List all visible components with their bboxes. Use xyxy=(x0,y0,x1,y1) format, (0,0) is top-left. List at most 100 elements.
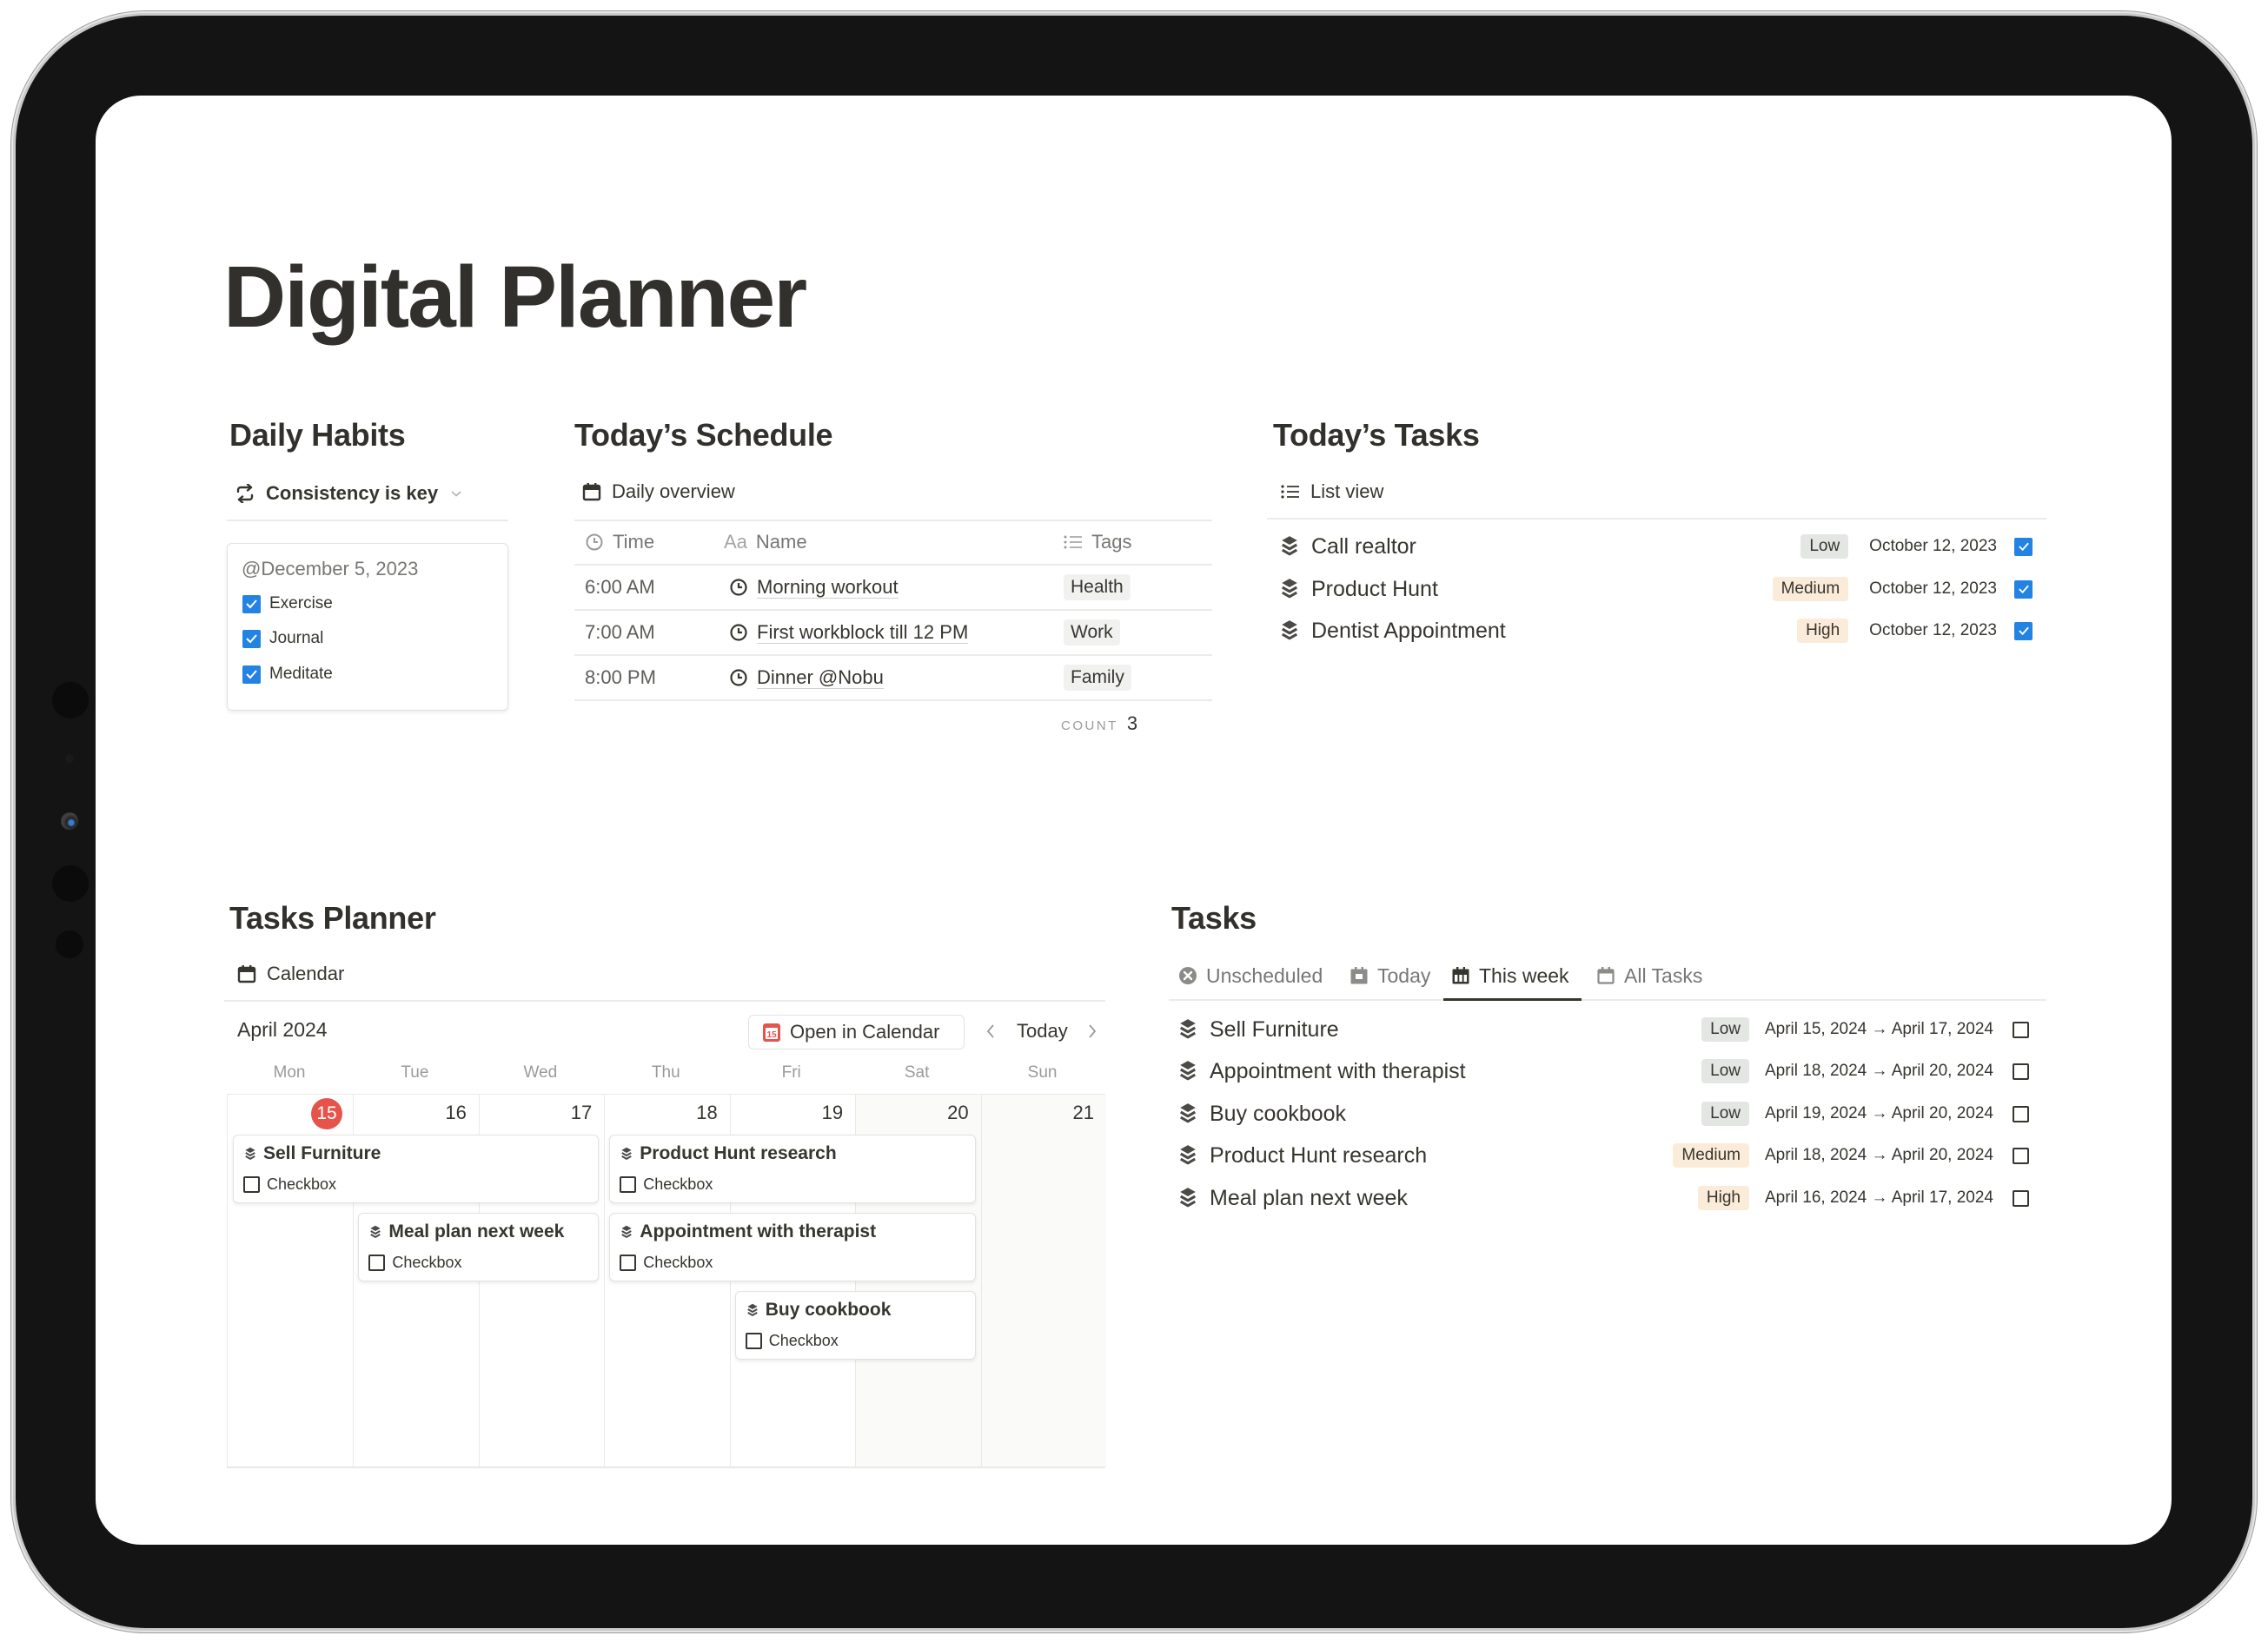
task-stack-icon xyxy=(620,1225,633,1239)
checkbox-icon[interactable] xyxy=(620,1176,637,1193)
event-checkbox-row[interactable]: Checkbox xyxy=(368,1254,461,1272)
schedule-view-tab[interactable]: Daily overview xyxy=(582,480,735,503)
calendar-event-card[interactable]: Product Hunt research Checkbox xyxy=(609,1135,976,1203)
daily-habits-heading: Daily Habits xyxy=(229,417,406,453)
habit-item-journal[interactable]: Journal xyxy=(242,629,323,648)
list-item[interactable]: Dentist Appointment High October 12, 2023 xyxy=(1280,612,2045,650)
event-title: Sell Furniture xyxy=(263,1143,381,1163)
sensor-icon xyxy=(52,682,89,718)
checkbox-checked-icon[interactable] xyxy=(2014,621,2033,640)
checkbox-checked-icon[interactable] xyxy=(242,594,261,613)
list-item[interactable]: Call realtor Low October 12, 2023 xyxy=(1280,527,2045,566)
checkbox-checked-icon[interactable] xyxy=(242,665,261,684)
calendar-icon xyxy=(237,964,256,983)
checkbox-icon[interactable] xyxy=(243,1176,260,1193)
weekday-label: Wed xyxy=(523,1063,558,1082)
checkbox-icon[interactable] xyxy=(620,1255,637,1271)
weekday-label: Mon xyxy=(273,1063,306,1082)
habit-item-meditate[interactable]: Meditate xyxy=(242,665,333,684)
calendar-event-card[interactable]: Sell Furniture Checkbox xyxy=(233,1135,600,1203)
priority-badge: Low xyxy=(1800,534,1849,559)
chevron-down-icon xyxy=(450,489,462,498)
task-stack-icon xyxy=(1280,578,1299,599)
task-name: Product Hunt research xyxy=(1210,1142,1428,1168)
active-tab-indicator xyxy=(1443,998,1582,1001)
clock-icon xyxy=(585,533,604,552)
list-view-tab[interactable]: List view xyxy=(1281,480,1383,503)
column-header-tags[interactable]: Tags xyxy=(1064,531,1131,553)
today-tasks-divider xyxy=(1267,518,2046,520)
calendar-event-card[interactable]: Buy cookbook Checkbox xyxy=(734,1291,976,1360)
calendar-view-tab[interactable]: Calendar xyxy=(237,963,344,985)
list-item[interactable]: Appointment with therapist Low April 18, 2… xyxy=(1178,1052,2047,1090)
event-title: Meal plan next week xyxy=(388,1222,565,1241)
event-name-link[interactable]: Dinner @Nobu xyxy=(757,666,884,690)
column-header-time[interactable]: Time xyxy=(585,531,654,553)
event-checkbox-row[interactable]: Checkbox xyxy=(745,1332,839,1350)
list-item[interactable]: Sell Furniture Low April 15, 2024 → April … xyxy=(1178,1010,2047,1049)
screen: Digital Planner Daily Habits Consistency… xyxy=(96,96,2172,1545)
event-name-link[interactable]: Morning workout xyxy=(757,576,899,599)
task-name: Meal plan next week xyxy=(1210,1185,1408,1210)
weekday-label: Tue xyxy=(401,1063,429,1082)
event-checkbox-row[interactable]: Checkbox xyxy=(620,1175,713,1194)
today-button[interactable]: Today xyxy=(1017,1020,1068,1043)
calendar-day-cell[interactable]: 21 xyxy=(980,1095,1106,1467)
event-name-link[interactable]: First workblock till 12 PM xyxy=(757,621,969,645)
calendar-event-card[interactable]: Meal plan next week Checkbox xyxy=(358,1213,600,1281)
tab-unscheduled[interactable]: Unscheduled xyxy=(1178,963,1323,989)
checkbox-icon[interactable] xyxy=(368,1255,386,1271)
task-name: Appointment with therapist xyxy=(1210,1058,1466,1083)
event-title-row: Buy cookbook xyxy=(746,1300,891,1321)
count-footer[interactable]: COUNT 3 xyxy=(1061,712,1137,735)
table-row[interactable]: 8:00 PM Dinner @Nobu Family xyxy=(574,655,1212,700)
open-in-calendar-button[interactable]: 15 Open in Calendar xyxy=(748,1015,965,1049)
checkbox-icon[interactable] xyxy=(2013,1147,2029,1164)
calendar-icon xyxy=(1596,966,1615,985)
clock-icon xyxy=(729,668,748,687)
tab-this-week[interactable]: This week xyxy=(1451,963,1569,989)
day-number: 18 xyxy=(696,1102,718,1123)
day-number: 20 xyxy=(947,1102,969,1123)
sensor-icon xyxy=(56,930,83,958)
table-row[interactable]: 7:00 AM First workblock till 12 PM Work xyxy=(574,610,1212,655)
tab-today[interactable]: Today xyxy=(1350,963,1430,989)
checkbox-label: Checkbox xyxy=(768,1332,839,1349)
table-row[interactable]: 6:00 AM Morning workout Health xyxy=(574,565,1212,610)
list-item[interactable]: Meal plan next week High April 16, 2024 → … xyxy=(1178,1179,2047,1217)
event-checkbox-row[interactable]: Checkbox xyxy=(620,1254,713,1272)
habit-item-exercise[interactable]: Exercise xyxy=(242,594,333,613)
checkbox-checked-icon[interactable] xyxy=(2014,537,2033,556)
task-date: October 12, 2023 xyxy=(1869,579,1997,598)
habit-card[interactable]: @December 5, 2023 Exercise Journal Medit… xyxy=(227,543,508,711)
event-checkbox-row[interactable]: Checkbox xyxy=(243,1175,336,1194)
list-item[interactable]: Buy cookbook Low April 19, 2024 → April 20… xyxy=(1178,1095,2047,1133)
calendar-event-card[interactable]: Appointment with therapist Checkbox xyxy=(609,1213,976,1281)
column-header-name[interactable]: Aa Name xyxy=(724,531,807,553)
chevron-left-icon[interactable] xyxy=(980,1018,1001,1044)
list-item[interactable]: Product Hunt research Medium April 18, 202… xyxy=(1178,1136,2047,1175)
checkbox-icon[interactable] xyxy=(2013,1021,2029,1038)
task-date-range: April 18, 2024 → April 20, 2024 xyxy=(1764,1146,1993,1164)
event-title: Product Hunt research xyxy=(640,1143,837,1163)
checkbox-checked-icon[interactable] xyxy=(242,629,261,648)
list-item[interactable]: Product Hunt Medium October 12, 2023 xyxy=(1280,570,2045,608)
chevron-right-icon[interactable] xyxy=(1082,1018,1103,1044)
planner-divider xyxy=(224,1000,1105,1002)
sensor-dot-icon xyxy=(65,754,74,763)
task-stack-icon xyxy=(1280,535,1299,557)
habits-view-selector[interactable]: Consistency is key xyxy=(235,482,462,505)
event-title-row: Sell Furniture xyxy=(244,1143,381,1164)
habit-label: Meditate xyxy=(269,665,333,683)
checkbox-icon[interactable] xyxy=(2013,1063,2029,1080)
tab-all-tasks[interactable]: All Tasks xyxy=(1596,963,1702,989)
checkbox-icon[interactable] xyxy=(745,1333,762,1349)
tag-badge: Family xyxy=(1064,665,1131,691)
checkbox-checked-icon[interactable] xyxy=(2014,579,2033,599)
weekday-label: Fri xyxy=(781,1063,801,1082)
checkbox-icon[interactable] xyxy=(2013,1105,2029,1122)
task-date-range: April 19, 2024 → April 20, 2024 xyxy=(1764,1104,1993,1122)
task-name: Call realtor xyxy=(1311,533,1416,559)
time-value: 6:00 AM xyxy=(585,576,655,598)
checkbox-icon[interactable] xyxy=(2013,1189,2029,1207)
